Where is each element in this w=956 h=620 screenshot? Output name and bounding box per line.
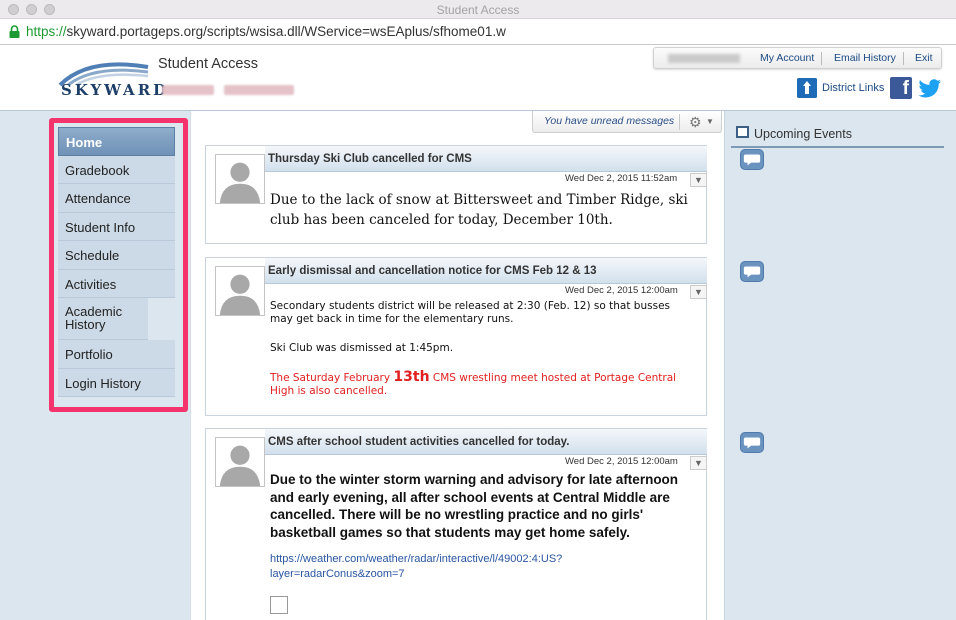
main-nav: Home Gradebook Attendance Student Info S…: [58, 127, 175, 397]
email-history-link[interactable]: Email History: [834, 52, 896, 64]
right-column: [725, 111, 956, 620]
post-title: Thursday Ski Club cancelled for CMS: [268, 153, 472, 165]
post-date: Wed Dec 2, 2015 12:00am: [565, 285, 678, 296]
post-title: Early dismissal and cancellation notice …: [268, 265, 597, 277]
messages-bar: You have unread messages ⚙ ▼: [532, 111, 722, 133]
account-links-bar: My Account Email History Exit: [653, 47, 942, 69]
url-protocol: https://: [26, 24, 67, 39]
exit-link[interactable]: Exit: [915, 52, 933, 64]
avatar-placeholder-icon: [215, 437, 265, 487]
comment-bubble-icon[interactable]: [740, 261, 764, 282]
app-header: SKYWARD Student Access My Account Email …: [0, 45, 956, 111]
my-account-link[interactable]: My Account: [760, 52, 814, 64]
window-title: Student Access: [436, 3, 520, 17]
calendar-icon: [736, 126, 749, 138]
nav-highlight-box: Home Gradebook Attendance Student Info S…: [49, 118, 188, 412]
nav-item-login-history[interactable]: Login History: [58, 368, 175, 397]
post-header: Thursday Ski Club cancelled for CMS: [265, 146, 764, 172]
comment-bubble-icon[interactable]: [740, 149, 764, 170]
post-paragraph: Ski Club was dismissed at 1:45pm.: [270, 342, 454, 354]
avatar-placeholder-icon: [215, 266, 265, 316]
nav-item-home[interactable]: Home: [58, 127, 175, 156]
post-alert-text: The Saturday February: [270, 372, 394, 384]
window-titlebar: Student Access: [0, 0, 956, 19]
post-checkbox[interactable]: [270, 596, 288, 614]
post-body: Due to the winter storm warning and advi…: [270, 472, 679, 540]
upcoming-events-divider: [731, 146, 944, 148]
dropdown-arrow-icon[interactable]: ▼: [690, 285, 707, 299]
nav-item-portfolio[interactable]: Portfolio: [58, 340, 175, 369]
nav-item-schedule[interactable]: Schedule: [58, 241, 175, 270]
redacted-student-name: [162, 85, 214, 95]
avatar-placeholder-icon: [215, 154, 265, 204]
nav-item-activities[interactable]: Activities: [58, 269, 175, 298]
message-post: Early dismissal and cancellation notice …: [205, 257, 764, 416]
app-title: Student Access: [158, 56, 258, 72]
message-post: Thursday Ski Club cancelled for CMS Wed …: [205, 145, 764, 244]
message-post: CMS after school student activities canc…: [205, 428, 764, 620]
nav-item-academic-history[interactable]: Academic History: [58, 298, 148, 340]
url-text[interactable]: https://skyward.portageps.org/scripts/ws…: [26, 24, 506, 39]
post-header: Early dismissal and cancellation notice …: [265, 258, 764, 284]
unread-messages-link[interactable]: You have unread messages: [544, 115, 674, 127]
weather-radar-link[interactable]: https://weather.com/weather/radar/intera…: [270, 552, 630, 582]
url-path: skyward.portageps.org/scripts/wsisa.dll/…: [66, 24, 506, 39]
dropdown-arrow-icon[interactable]: ▼: [690, 173, 707, 187]
twitter-icon[interactable]: [918, 78, 942, 100]
post-date: Wed Dec 2, 2015 12:00am: [565, 456, 678, 467]
facebook-icon[interactable]: f: [890, 77, 912, 99]
post-paragraph: Secondary students district will be rele…: [270, 300, 670, 325]
address-bar[interactable]: https://skyward.portageps.org/scripts/ws…: [0, 19, 956, 45]
post-alert-date: 13th: [393, 369, 430, 385]
dropdown-arrow-icon[interactable]: ▼: [690, 456, 707, 470]
nav-item-student-info[interactable]: Student Info: [58, 212, 175, 241]
post-body: Secondary students district will be rele…: [270, 300, 690, 414]
nav-item-gradebook[interactable]: Gradebook: [58, 155, 175, 184]
post-date: Wed Dec 2, 2015 11:52am: [565, 173, 678, 184]
link-separator: [821, 52, 822, 65]
district-links-link[interactable]: District Links: [822, 82, 884, 94]
district-links-icon[interactable]: [797, 78, 817, 98]
post-body: Due to the lack of snow at Bittersweet a…: [270, 192, 688, 228]
redacted-student-name-2: [224, 85, 294, 95]
nav-item-attendance[interactable]: Attendance: [58, 184, 175, 213]
link-separator: [903, 52, 904, 65]
lock-icon: [9, 25, 20, 38]
skyward-logo-text: SKYWARD: [61, 81, 170, 99]
upcoming-events-title: Upcoming Events: [754, 127, 852, 141]
chevron-down-icon[interactable]: ▼: [706, 117, 714, 126]
post-header: CMS after school student activities canc…: [265, 429, 764, 455]
comment-bubble-icon[interactable]: [740, 432, 764, 453]
post-title: CMS after school student activities canc…: [268, 436, 570, 448]
post-alert-paragraph: The Saturday February 13th CMS wrestling…: [270, 369, 690, 398]
gear-icon[interactable]: ⚙: [689, 114, 702, 131]
redacted-username: [668, 54, 740, 63]
messages-bar-separator: [679, 114, 680, 130]
